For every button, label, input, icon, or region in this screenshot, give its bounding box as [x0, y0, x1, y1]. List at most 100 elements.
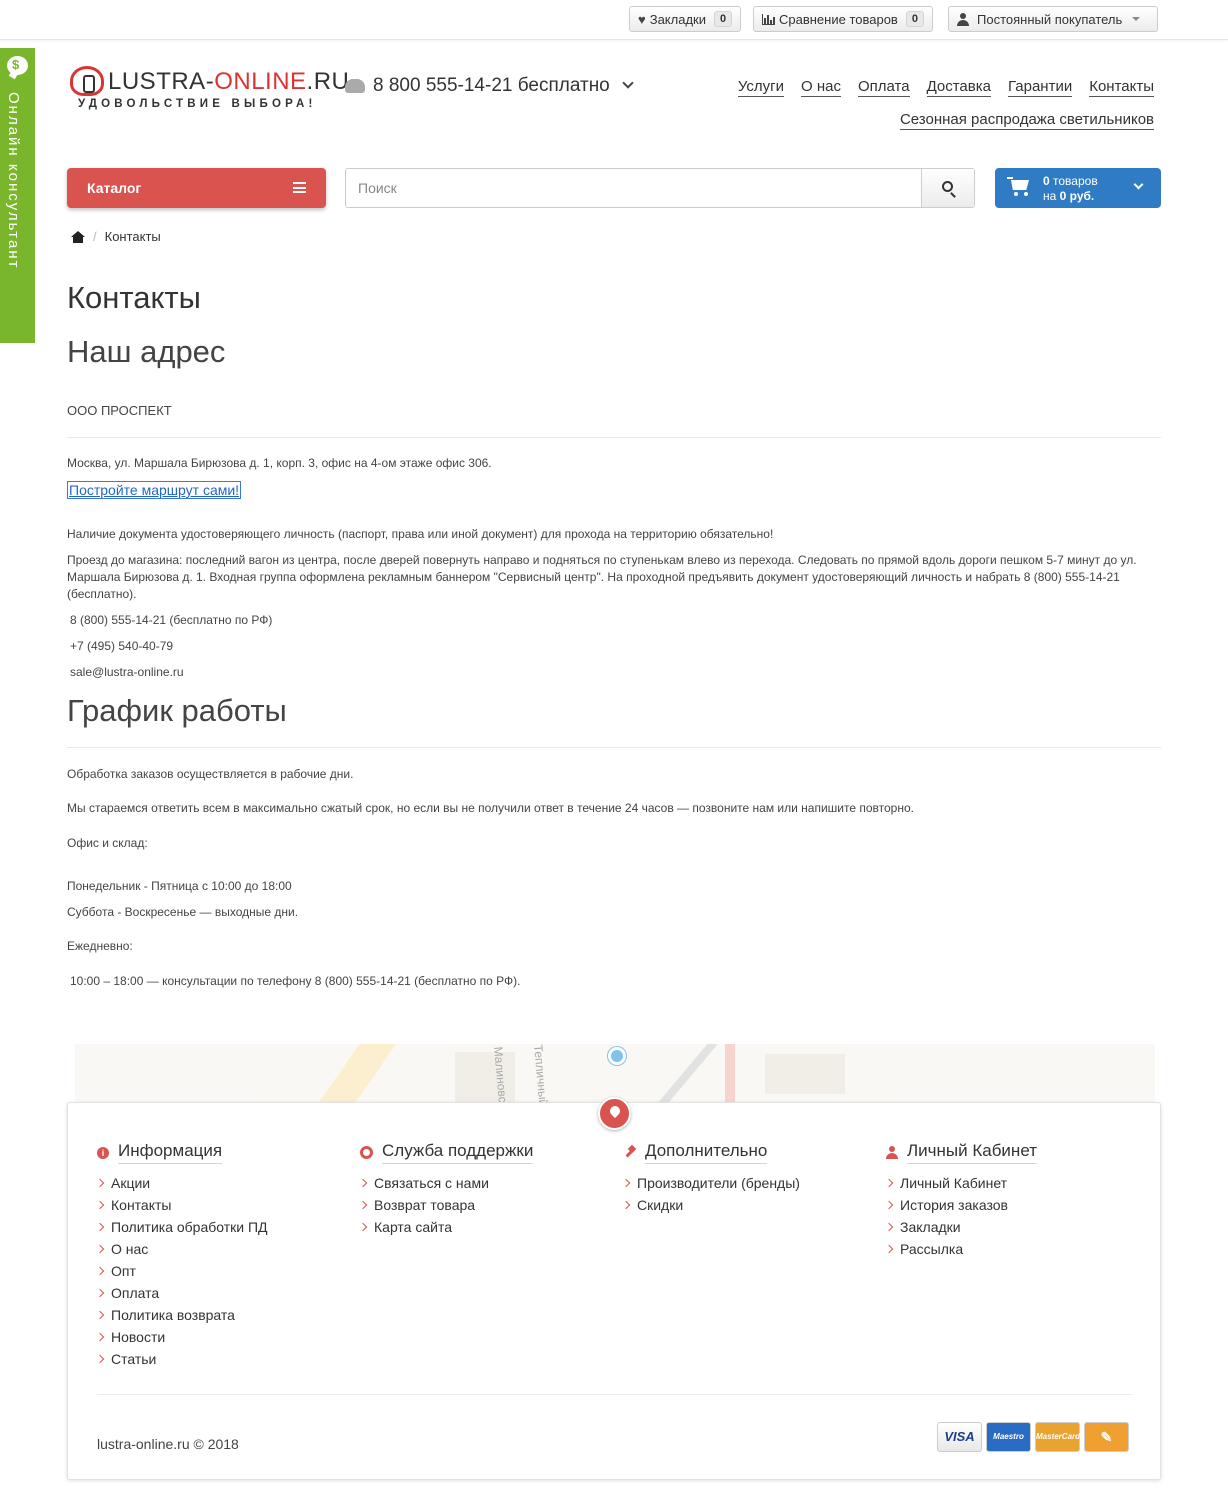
search-input[interactable] — [346, 169, 922, 207]
footer-links: Акции Контакты Политика обработки ПД О н… — [95, 1172, 268, 1370]
catalog-label: Каталог — [87, 180, 142, 196]
bookmarks-count: 0 — [713, 11, 733, 27]
catalog-button[interactable]: Каталог — [67, 168, 326, 208]
breadcrumb-separator: / — [93, 229, 97, 244]
chevron-right-icon — [884, 1244, 894, 1254]
nav-item-delivery[interactable]: Доставка — [926, 78, 991, 97]
footer-link[interactable]: Возврат товара — [358, 1194, 533, 1216]
footer-link[interactable]: Связаться с нами — [358, 1172, 533, 1194]
cart-item-count: 0 — [1043, 174, 1050, 188]
nav-item-about[interactable]: О нас — [800, 78, 841, 97]
footer-link[interactable]: Закладки — [884, 1216, 1037, 1238]
nav-item-payment[interactable]: Оплата — [857, 78, 910, 97]
footer-link[interactable]: Личный Кабинет — [884, 1172, 1037, 1194]
footer-column-title: Дополнительно — [623, 1141, 800, 1164]
home-icon[interactable] — [71, 230, 85, 243]
footer-link[interactable]: Опт — [95, 1260, 268, 1282]
chevron-right-icon — [95, 1354, 105, 1364]
logo-text: LUSTRA-ONLINE.RU — [108, 68, 349, 96]
search-bar — [345, 168, 975, 208]
main-nav: Услуги О нас Оплата Доставка Гарантии Ко… — [737, 78, 1154, 97]
footer-column-title: Личный Кабинет — [886, 1141, 1037, 1164]
weekend-hours: Суббота - Воскресенье — выходные дни. — [67, 905, 299, 919]
nav-item-services[interactable]: Услуги — [737, 78, 784, 97]
map-marker-icon[interactable] — [598, 1097, 631, 1130]
chevron-right-icon — [95, 1266, 105, 1276]
footer-link[interactable]: Оплата — [95, 1282, 268, 1304]
cart-summary: 0 товаров на 0 руб. — [1043, 174, 1098, 204]
route-link[interactable]: Постройте маршрут сами! — [67, 481, 242, 499]
chevron-right-icon — [95, 1178, 105, 1188]
company-name: ООО ПРОСПЕКТ — [67, 403, 172, 418]
search-icon — [942, 181, 953, 192]
compare-button[interactable]: Сравнение товаров 0 — [753, 6, 933, 32]
chevron-right-icon — [621, 1200, 631, 1210]
footer: i Информация Акции Контакты Политика обр… — [67, 1102, 1161, 1480]
consultant-label: Онлайн консультант — [5, 92, 22, 270]
season-sale-link[interactable]: Сезонная распродажа светильников — [899, 111, 1154, 130]
logo-text-part2: ONLINE — [214, 68, 307, 95]
top-bar: ♥ Закладки 0 Сравнение товаров 0 Постоян… — [0, 0, 1228, 40]
info-icon: i — [97, 1146, 109, 1159]
compare-count: 0 — [905, 11, 924, 27]
page-title: Контакты — [67, 280, 201, 315]
nav-item-contacts[interactable]: Контакты — [1089, 78, 1154, 97]
account-label: Постоянный покупатель — [977, 11, 1123, 27]
cart-button[interactable]: 0 товаров на 0 руб. — [995, 168, 1161, 208]
account-dropdown[interactable]: Постоянный покупатель — [948, 6, 1158, 32]
chevron-right-icon — [358, 1178, 368, 1188]
user-icon — [957, 12, 969, 26]
bookmarks-label: Закладки — [649, 11, 706, 27]
footer-link[interactable]: Политика возврата — [95, 1304, 268, 1326]
mastercard-logo-icon: MasterCard — [1035, 1422, 1080, 1452]
footer-link[interactable]: Рассылка — [884, 1238, 1037, 1260]
breadcrumb-current[interactable]: Контакты — [105, 229, 161, 244]
footer-links: Связаться с нами Возврат товара Карта са… — [358, 1172, 533, 1238]
chevron-right-icon — [358, 1200, 368, 1210]
chevron-right-icon — [95, 1222, 105, 1232]
map-road — [303, 1044, 397, 1104]
phone-moscow: +7 (495) 540-40-79 — [70, 639, 174, 653]
nav-item-warranty[interactable]: Гарантии — [1007, 78, 1073, 97]
logo-text-part3: .RU — [306, 68, 350, 95]
chevron-right-icon — [95, 1200, 105, 1210]
directions-text: Проезд до магазина: последний вагон из ц… — [67, 553, 1137, 601]
footer-link[interactable]: История заказов — [884, 1194, 1037, 1216]
footer-link[interactable]: Новости — [95, 1326, 268, 1348]
footer-link[interactable]: Производители (бренды) — [621, 1172, 800, 1194]
lamp-logo-icon — [70, 66, 104, 96]
footer-title-text: Дополнительно — [645, 1141, 768, 1164]
footer-link[interactable]: Статьи — [95, 1348, 268, 1370]
weekdays-hours: Понедельник - Пятница с 10:00 до 18:00 — [67, 879, 292, 893]
chevron-right-icon — [95, 1288, 105, 1298]
daily-label: Ежедневно: — [67, 939, 133, 953]
divider — [67, 747, 1161, 748]
shopping-cart-icon — [1007, 177, 1031, 196]
footer-link[interactable]: Контакты — [95, 1194, 268, 1216]
logo-tagline: УДОВОЛЬСТВИЕ ВЫБОРА! — [78, 98, 317, 110]
footer-column-title: Служба поддержки — [360, 1141, 534, 1164]
address-heading: Наш адрес — [67, 334, 226, 369]
footer-column-support: Служба поддержки Связаться с нами Возвра… — [358, 1141, 534, 1238]
footer-link[interactable]: Акции — [95, 1172, 268, 1194]
footer-title-text: Личный Кабинет — [907, 1141, 1037, 1164]
footer-title-text: Информация — [118, 1141, 223, 1164]
online-consultant-tab[interactable]: $ Онлайн консультант 45 — [0, 48, 35, 381]
schedule-text-1: Обработка заказов осуществляется в рабоч… — [67, 767, 354, 781]
map-street-label: Тепличный — [531, 1044, 551, 1104]
visa-logo-icon: VISA — [937, 1422, 982, 1452]
footer-column-account: Личный Кабинет Личный Кабинет История за… — [884, 1141, 1037, 1260]
map-block — [765, 1054, 845, 1094]
site-logo[interactable]: LUSTRA-ONLINE.RU УДОВОЛЬСТВИЕ ВЫБОРА! — [70, 64, 349, 114]
bar-chart-icon — [762, 13, 775, 25]
footer-link[interactable]: Карта сайта — [358, 1216, 533, 1238]
search-button[interactable] — [921, 169, 974, 207]
footer-link[interactable]: О нас — [95, 1238, 268, 1260]
hamburger-icon — [293, 182, 306, 193]
phone-dropdown[interactable]: 8 800 555-14-21 бесплатно — [345, 75, 634, 97]
map-road — [725, 1044, 735, 1104]
cart-sum-prefix: на — [1043, 189, 1060, 203]
footer-link[interactable]: Политика обработки ПД — [95, 1216, 268, 1238]
bookmarks-button[interactable]: ♥ Закладки 0 — [629, 6, 742, 32]
footer-link[interactable]: Скидки — [621, 1194, 800, 1216]
